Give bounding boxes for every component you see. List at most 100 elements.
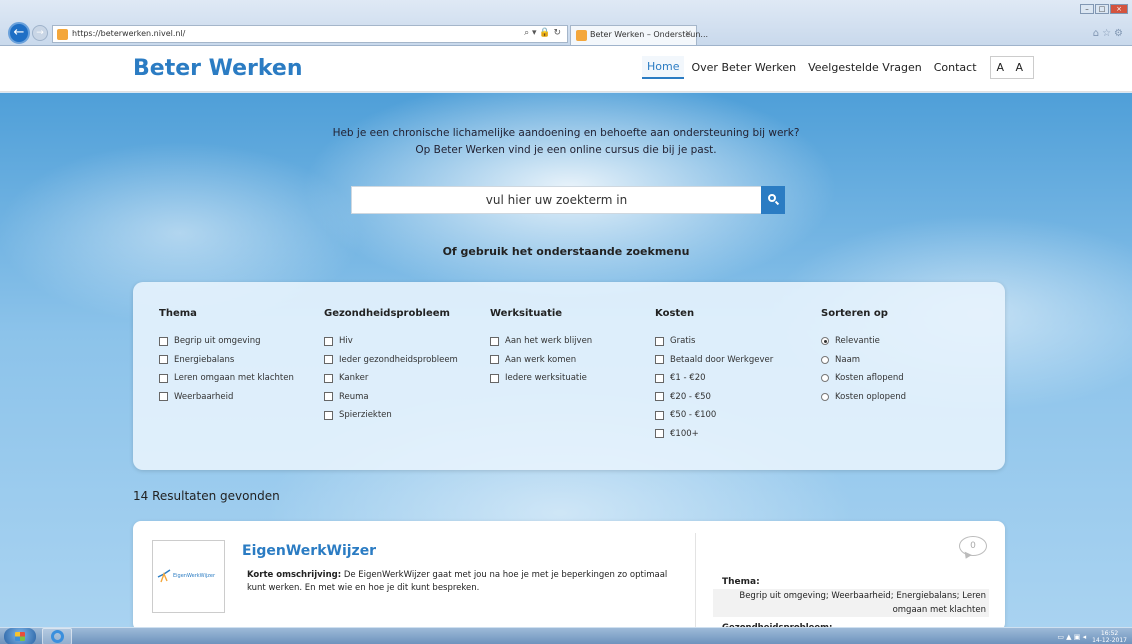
filter-kosten: Kosten Gratis Betaald door Werkgever €1 …	[655, 308, 773, 443]
window-controls: – □ ×	[1080, 4, 1128, 14]
checkbox[interactable]	[324, 373, 333, 383]
filter-panel: Thema Begrip uit omgeving Energiebalans …	[133, 282, 1005, 470]
filter-sorteren: Sorteren op Relevantie Naam Kosten aflop…	[821, 308, 906, 406]
filter-option[interactable]: Aan werk komen	[490, 351, 592, 370]
sort-option[interactable]: Naam	[821, 351, 906, 370]
minimize-button[interactable]: –	[1080, 4, 1094, 14]
checkbox[interactable]	[490, 355, 499, 365]
filter-werksituatie-title: Werksituatie	[490, 308, 563, 319]
menu-contact[interactable]: Contact	[929, 57, 982, 78]
tray-icons[interactable]: ▭ ▲ ▣ ◂	[1057, 633, 1086, 641]
windows-taskbar: ▭ ▲ ▣ ◂ 16:52 14-12-2017	[0, 627, 1132, 644]
filter-option[interactable]: Weerbaarheid	[159, 388, 294, 407]
eigenwerkwijzer-logo-icon	[157, 569, 171, 583]
filter-option[interactable]: Reuma	[324, 388, 458, 407]
filter-option[interactable]: Begrip uit omgeving	[159, 332, 294, 351]
checkbox[interactable]	[324, 410, 333, 420]
address-url[interactable]: https://beterwerken.nivel.nl/	[72, 29, 185, 38]
forward-button[interactable]: →	[32, 25, 48, 41]
menu-home[interactable]: Home	[642, 56, 685, 79]
result-title[interactable]: EigenWerkWijzer	[242, 543, 376, 559]
result-description: Korte omschrijving: De EigenWerkWijzer g…	[247, 569, 687, 595]
site-favicon-icon	[57, 29, 68, 40]
close-window-button[interactable]: ×	[1110, 4, 1128, 14]
tab-close-icon[interactable]: ×	[684, 29, 692, 39]
address-bar[interactable]: https://beterwerken.nivel.nl/ ⌕ ▾ 🔒 ↻	[52, 25, 568, 43]
theme-value: Begrip uit omgeving; Weerbaarheid; Energ…	[713, 589, 989, 617]
filter-option[interactable]: €50 - €100	[655, 406, 773, 425]
start-button[interactable]	[4, 628, 36, 644]
search-input[interactable]	[352, 187, 761, 213]
intro-line-2: Op Beter Werken vind je een online cursu…	[415, 144, 717, 156]
search-button[interactable]	[761, 186, 785, 214]
filter-gezondheidsprobleem: Gezondheidsprobleem Hiv Ieder gezondheid…	[324, 308, 458, 425]
site-logo[interactable]: Beter Werken	[133, 56, 303, 81]
filter-option[interactable]: Betaald door Werkgever	[655, 351, 773, 370]
clock[interactable]: 16:52 14-12-2017	[1092, 630, 1127, 644]
checkbox[interactable]	[324, 336, 333, 346]
checkbox[interactable]	[655, 392, 664, 402]
browser-tool-icons[interactable]: ⌂☆⚙	[1093, 28, 1126, 39]
filter-thema: Thema Begrip uit omgeving Energiebalans …	[159, 308, 294, 406]
filter-option[interactable]: Leren omgaan met klachten	[159, 369, 294, 388]
tab-favicon-icon	[576, 30, 587, 41]
filter-option[interactable]: Aan het werk blijven	[490, 332, 592, 351]
taskbar-browser-button[interactable]	[42, 628, 72, 644]
sort-option[interactable]: Relevantie	[821, 332, 906, 351]
filter-option[interactable]: Hiv	[324, 332, 458, 351]
checkbox[interactable]	[490, 373, 499, 383]
sort-option[interactable]: Kosten aflopend	[821, 369, 906, 388]
radio[interactable]	[821, 374, 829, 383]
card-divider	[695, 533, 696, 631]
address-tools[interactable]: ⌕ ▾ 🔒 ↻	[524, 28, 561, 38]
filter-option[interactable]: Gratis	[655, 332, 773, 351]
checkbox[interactable]	[655, 336, 664, 346]
filter-option[interactable]: €100+	[655, 425, 773, 444]
filter-option[interactable]: €20 - €50	[655, 388, 773, 407]
radio-selected[interactable]	[821, 337, 829, 346]
filter-option[interactable]: Spierziekten	[324, 406, 458, 425]
checkbox[interactable]	[324, 392, 333, 402]
maximize-button[interactable]: □	[1095, 4, 1109, 14]
checkbox[interactable]	[490, 336, 499, 346]
system-tray: ▭ ▲ ▣ ◂ 16:52 14-12-2017	[1057, 630, 1127, 644]
checkbox[interactable]	[655, 429, 664, 439]
checkbox[interactable]	[159, 392, 168, 402]
main-menu: Home Over Beter Werken Veelgestelde Vrag…	[642, 56, 1035, 79]
font-size-toggle[interactable]: A A	[989, 56, 1035, 79]
result-card: EigenWerkWijzer EigenWerkWijzer Korte om…	[133, 521, 1005, 631]
checkbox[interactable]	[159, 336, 168, 346]
filter-gezondheid-title: Gezondheidsprobleem	[324, 308, 450, 319]
filter-option[interactable]: €1 - €20	[655, 369, 773, 388]
checkbox[interactable]	[159, 373, 168, 383]
radio[interactable]	[821, 355, 829, 364]
radio[interactable]	[821, 392, 829, 401]
filter-sorteren-title: Sorteren op	[821, 308, 888, 319]
filter-option[interactable]: Kanker	[324, 369, 458, 388]
filter-option[interactable]: Energiebalans	[159, 351, 294, 370]
menu-over-beter-werken[interactable]: Over Beter Werken	[686, 57, 801, 78]
filter-werksituatie: Werksituatie Aan het werk blijven Aan we…	[490, 308, 592, 388]
checkbox[interactable]	[324, 355, 333, 365]
search-box	[351, 186, 785, 214]
thumbnail-logo-text: EigenWerkWijzer	[173, 573, 216, 579]
internet-explorer-icon	[51, 630, 64, 643]
site-header: Beter Werken Home Over Beter Werken Veel…	[0, 46, 1132, 92]
search-menu-label: Of gebruik het onderstaande zoekmenu	[442, 245, 690, 258]
menu-veelgestelde-vragen[interactable]: Veelgestelde Vragen	[803, 57, 927, 78]
filter-option[interactable]: Ieder gezondheidsprobleem	[324, 351, 458, 370]
filter-thema-title: Thema	[159, 308, 197, 319]
sort-option[interactable]: Kosten oplopend	[821, 388, 906, 407]
filter-option[interactable]: Iedere werksituatie	[490, 369, 592, 388]
result-thumbnail[interactable]: EigenWerkWijzer	[152, 540, 225, 613]
filter-kosten-title: Kosten	[655, 308, 695, 319]
description-label: Korte omschrijving:	[247, 570, 342, 580]
checkbox[interactable]	[655, 355, 664, 365]
checkbox[interactable]	[655, 410, 664, 420]
hero-section: Heb je een chronische lichamelijke aando…	[0, 93, 1132, 631]
intro-line-1: Heb je een chronische lichamelijke aando…	[332, 127, 800, 139]
checkbox[interactable]	[655, 373, 664, 383]
checkbox[interactable]	[159, 355, 168, 365]
browser-tab[interactable]: Beter Werken – Ondersteun... ×	[570, 25, 708, 45]
back-button[interactable]: ←	[8, 22, 30, 44]
